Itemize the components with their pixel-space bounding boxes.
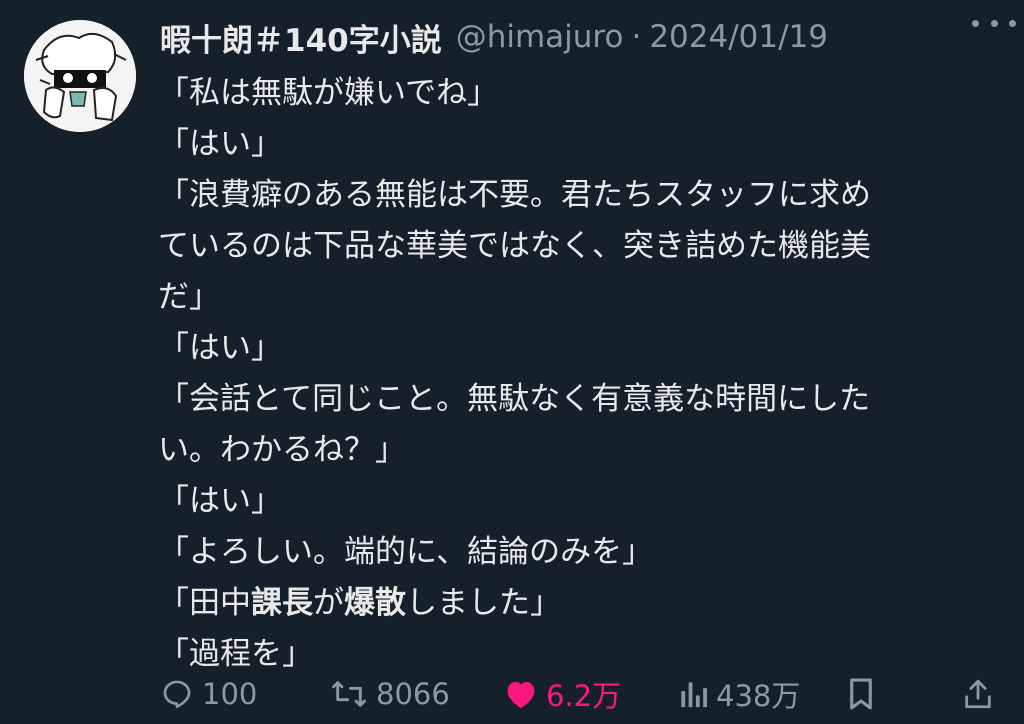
- tweet-text-bold-segment: 課長: [251, 585, 313, 621]
- separator-dot: ·: [631, 19, 642, 55]
- tweet-text-segment: 「私は無駄が嫌いでね」: [158, 75, 499, 111]
- tweet-text-line: 「はい」: [158, 323, 993, 374]
- tweet-text-line: 「私は無駄が嫌いでね」: [158, 68, 993, 119]
- tweet-text-segment: 「田中: [158, 585, 251, 621]
- view-count: 438万: [716, 679, 801, 713]
- ellipsis-icon: [990, 19, 998, 27]
- like-count: 6.2万: [546, 679, 622, 713]
- tweet-text-segment: 「過程を」: [158, 636, 313, 672]
- tweet-text-line: だ」: [158, 272, 993, 323]
- tweet-text-segment: が: [313, 585, 344, 621]
- tweet-text-bold-segment: 爆散: [344, 585, 406, 621]
- bookmark-icon: [850, 678, 872, 710]
- author-handle[interactable]: @himajuro: [456, 19, 624, 55]
- tweet-text-line: 「会話とて同じこと。無駄なく有意義な時間にした: [158, 374, 993, 425]
- more-options-button[interactable]: [972, 12, 1016, 34]
- tweet-date[interactable]: 2024/01/19: [649, 19, 828, 55]
- tweet-text-segment: 「はい」: [158, 126, 282, 162]
- tweet-text-line: い。わかるね？」: [158, 425, 993, 476]
- bar-chart-icon: [681, 682, 707, 708]
- share-button[interactable]: [962, 668, 994, 720]
- tweet-text-line: 「はい」: [158, 476, 993, 527]
- views-button[interactable]: 438万: [678, 668, 800, 720]
- ellipsis-icon: [972, 19, 979, 27]
- tweet-text-line: 「はい」: [158, 119, 993, 170]
- tweet-text-line: 「田中課長が爆散しました」: [158, 578, 993, 629]
- retweet-arrows-icon: [331, 681, 366, 707]
- retweet-button[interactable]: 8066: [330, 668, 450, 720]
- tweet-text: 「私は無駄が嫌いでね」 「はい」 「浪費癖のある無能は不要。君たちスタッフに求め てい…: [158, 68, 993, 680]
- tweet-text-segment: しました」: [406, 585, 561, 621]
- author-name[interactable]: 暇十朗＃140字小説: [160, 15, 442, 60]
- avatar-illustration: [24, 20, 136, 132]
- tweet-text-segment: 「浪費癖のある無能は不要。君たちスタッフに求め: [158, 177, 871, 213]
- author-avatar[interactable]: [24, 20, 136, 132]
- heart-icon: [507, 681, 535, 709]
- tweet-text-line: 「浪費癖のある無能は不要。君たちスタッフに求め: [158, 170, 993, 221]
- tweet-text-line: 「よろしい。端的に、結論のみを」: [158, 527, 993, 578]
- retweet-count: 8066: [376, 677, 450, 711]
- reply-count: 100: [202, 677, 258, 711]
- tweet-text-segment: だ」: [158, 279, 220, 315]
- like-button[interactable]: 6.2万: [504, 668, 621, 720]
- share-upload-icon: [965, 679, 991, 709]
- tweet-text-segment: 「はい」: [158, 483, 282, 519]
- tweet-header: 暇十朗＃140字小説 @himajuro · 2024/01/19: [160, 14, 1004, 60]
- speech-bubble-icon: [163, 680, 191, 709]
- tweet-text-segment: ているのは下品な華美ではなく、突き詰めた機能美: [158, 228, 871, 264]
- tweet-text-segment: 「よろしい。端的に、結論のみを」: [158, 534, 654, 570]
- bookmark-button[interactable]: [846, 668, 876, 720]
- tweet-text-segment: 「はい」: [158, 330, 282, 366]
- tweet-text-line: ているのは下品な華美ではなく、突き詰めた機能美: [158, 221, 993, 272]
- tweet-text-segment: 「会話とて同じこと。無駄なく有意義な時間にした: [158, 381, 871, 417]
- tweet-action-bar: 100 8066 6.2万 438万: [160, 668, 1004, 720]
- tweet-text-segment: い。わかるね？」: [158, 432, 406, 468]
- reply-button[interactable]: 100: [160, 668, 257, 720]
- ellipsis-icon: [1009, 19, 1016, 27]
